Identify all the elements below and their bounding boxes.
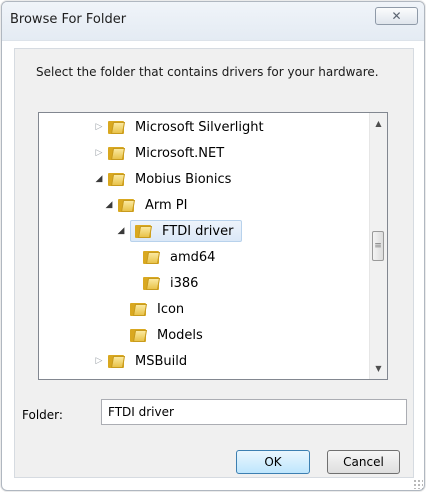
instruction-text: Select the folder that contains drivers … xyxy=(36,65,379,79)
tree-item-label: Microsoft Silverlight xyxy=(135,119,264,135)
tree-item-label: Microsoft.NET xyxy=(135,145,225,161)
folder-icon xyxy=(130,302,148,316)
collapse-arrow-icon[interactable]: ▷ xyxy=(93,356,105,366)
tree-item-icon[interactable]: Icon xyxy=(115,298,187,320)
collapse-arrow-icon[interactable]: ▷ xyxy=(93,148,105,158)
tree-item-label: Models xyxy=(157,327,203,343)
scroll-thumb[interactable]: ≡ xyxy=(372,231,384,261)
tree-item-i386[interactable]: i386 xyxy=(128,272,201,294)
scroll-down-arrow-icon[interactable]: ▼ xyxy=(370,360,387,377)
tree-item-ftdi-driver[interactable]: ◢ FTDI driver xyxy=(115,220,243,242)
tree-item-label: FTDI driver xyxy=(162,223,234,239)
folder-label: Folder: xyxy=(22,408,63,422)
tree-item-amd64[interactable]: amd64 xyxy=(128,246,218,268)
tree-item-label: Icon xyxy=(157,301,185,317)
scroll-up-arrow-icon[interactable]: ▲ xyxy=(370,115,387,132)
tree-item-microsoft-silverlight[interactable]: ▷ Microsoft Silverlight xyxy=(93,116,267,138)
selected-highlight: FTDI driver xyxy=(130,220,243,242)
dialog-title: Browse For Folder xyxy=(10,12,127,27)
ok-button[interactable]: OK xyxy=(236,450,310,474)
tree-item-arm-pi[interactable]: ◢ Arm PI xyxy=(103,194,190,216)
close-icon: ✕ xyxy=(391,9,402,23)
title-bar: Browse For Folder ✕ xyxy=(2,2,424,41)
folder-icon xyxy=(130,328,148,342)
expand-arrow-icon[interactable]: ◢ xyxy=(93,174,105,184)
tree-item-microsoft-net[interactable]: ▷ Microsoft.NET xyxy=(93,142,227,164)
folder-icon xyxy=(108,354,126,368)
folder-icon xyxy=(108,172,126,186)
folder-icon xyxy=(143,276,161,290)
tree-item-label: i386 xyxy=(170,275,199,291)
tree-item-msbuild[interactable]: ▷ MSBuild xyxy=(93,350,190,372)
folder-icon xyxy=(108,146,126,160)
folder-input[interactable] xyxy=(101,399,407,425)
folder-icon xyxy=(135,224,153,238)
cancel-button[interactable]: Cancel xyxy=(327,450,400,474)
tree-item-label: amd64 xyxy=(170,249,216,265)
tree-item-label: MSBuild xyxy=(135,353,188,369)
close-button[interactable]: ✕ xyxy=(375,7,418,25)
collapse-arrow-icon[interactable]: ▷ xyxy=(93,122,105,132)
tree-item-models[interactable]: Models xyxy=(115,324,206,346)
folder-icon xyxy=(118,198,136,212)
folder-icon xyxy=(108,120,126,134)
expand-arrow-icon[interactable]: ◢ xyxy=(103,200,115,210)
expand-arrow-icon[interactable]: ◢ xyxy=(115,226,127,236)
vertical-scrollbar[interactable]: ▲ ≡ ▼ xyxy=(369,113,387,379)
tree-item-mobius-bionics[interactable]: ◢ Mobius Bionics xyxy=(93,168,234,190)
folder-tree[interactable]: ▷ Microsoft Silverlight ▷ Microsoft.NET … xyxy=(38,112,388,380)
resize-grip[interactable] xyxy=(413,479,423,489)
folder-icon xyxy=(143,250,161,264)
tree-item-label: Mobius Bionics xyxy=(135,171,232,187)
tree-item-label: Arm PI xyxy=(145,197,188,213)
